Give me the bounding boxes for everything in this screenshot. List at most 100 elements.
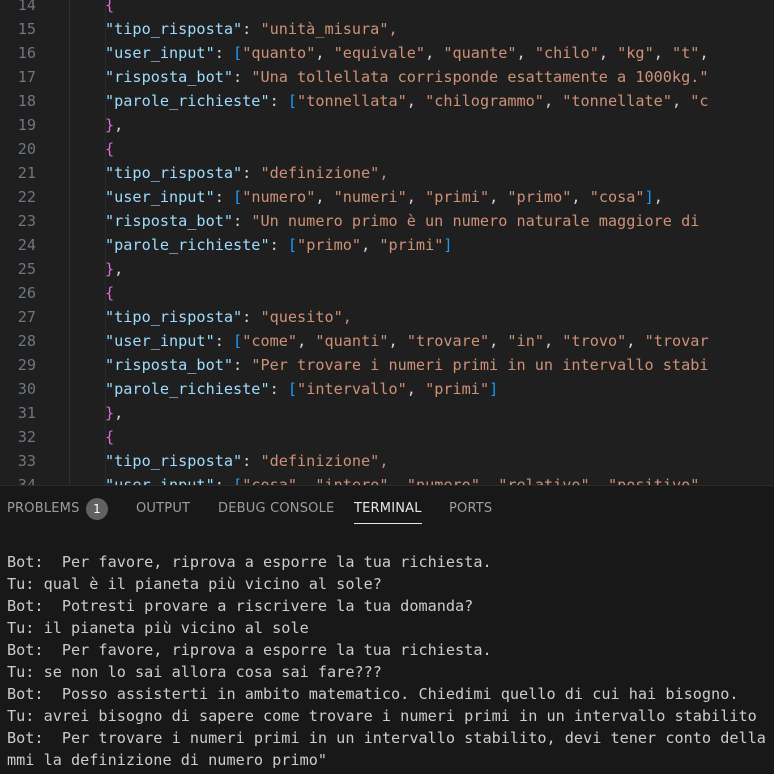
code-text: { [105,137,114,161]
terminal-line: Bot: Per favore, riprova a esporre la tu… [7,641,492,659]
close-brace: } [105,116,115,134]
tab-debug-console-label: DEBUG CONSOLE [218,501,335,516]
code-text: "risposta_bot": "Per trovare i numeri pr… [105,353,709,377]
json-key: "user_input" [105,44,215,62]
comma: , [543,332,563,350]
tab-problems[interactable]: PROBLEMS [7,486,80,530]
comma: , [297,332,316,350]
close-brace: } [105,404,115,422]
code-text: "user_input": ["cosa", "intero", "numero… [105,473,699,485]
close-bracket: ] [443,236,453,254]
code-line[interactable]: 23 "risposta_bot": "Un numero primo è un … [0,209,774,233]
code-line[interactable]: 26 { [0,281,774,305]
json-array-item: "intervallo" [297,380,407,398]
code-line[interactable]: 28 "user_input": ["come", "quanti", "trov… [0,329,774,353]
panel-tab-bar: PROBLEMS 1 OUTPUT DEBUG CONSOLE TERMINAL… [0,485,774,530]
json-array-item: "chilo" [534,44,599,62]
json-array-item: "trovo" [562,332,627,350]
code-line[interactable]: 18 "parole_richieste": ["tonnellata", "ch… [0,89,774,113]
comma: , [406,380,426,398]
code-text: "risposta_bot": "Un numero primo è un nu… [105,209,699,233]
json-array-item: "numeri" [333,188,407,206]
line-number: 26 [17,284,36,302]
code-line[interactable]: 22 "user_input": ["numero", "numeri", "pr… [0,185,774,209]
code-line[interactable]: 20 { [0,137,774,161]
json-array-item: "positivo" [608,476,700,485]
code-line[interactable]: 30 "parole_richieste": ["intervallo", "pr… [0,377,774,401]
line-number: 21 [17,164,36,182]
json-array-item: "trovar [644,332,709,350]
json-array-item: "primi" [425,188,490,206]
code-text: "tipo_risposta": "unità_misura", [105,17,398,41]
open-brace: { [105,428,115,446]
json-array-item: "chilogrammo" [425,92,544,110]
open-bracket: [ [233,476,243,485]
terminal-line: Bot: Per favore, riprova a esporre la tu… [7,553,492,571]
code-text: "parole_richieste": ["tonnellata", "chil… [105,89,709,113]
code-line[interactable]: 29 "risposta_bot": "Per trovare i numeri … [0,353,774,377]
code-line[interactable]: 17 "risposta_bot": "Una tollellata corris… [0,65,774,89]
code-line[interactable]: 32 { [0,425,774,449]
colon: : [214,476,234,485]
code-line[interactable]: 21 "tipo_risposta": "definizione", [0,161,774,185]
line-number: 24 [17,236,36,254]
code-line[interactable]: 24 "parole_richieste": ["primo", "primi"] [0,233,774,257]
terminal-line: Tu: se non lo sai allora cosa sai fare??… [7,663,382,681]
code-text: "user_input": ["numero", "numeri", "prim… [105,185,663,209]
code-line[interactable]: 16 "user_input": ["quanto", "equivale", "… [0,41,774,65]
json-key: "parole_richieste" [105,92,270,110]
code-text: { [105,281,114,305]
colon: : [242,308,261,326]
json-key: "parole_richieste" [105,380,270,398]
json-array-item: "equivale" [333,44,426,62]
tab-debug-console[interactable]: DEBUG CONSOLE [218,486,334,530]
comma: , [543,92,563,110]
json-array-item: "trovare" [406,332,490,350]
terminal-output[interactable]: Bot: Per favore, riprova a esporre la tu… [0,529,774,774]
code-line[interactable]: 34 "user_input": ["cosa", "intero", "nume… [0,473,774,485]
json-array-item: "tonnellata" [297,92,407,110]
tab-ports[interactable]: PORTS [449,486,492,530]
json-string-value: "definizione", [260,452,389,470]
code-line[interactable]: 31}, [0,401,774,425]
code-text: "parole_richieste": ["intervallo", "prim… [105,377,498,401]
tab-output[interactable]: OUTPUT [136,486,190,530]
colon: : [233,68,252,86]
json-array-item: "c [690,92,709,110]
code-text: "user_input": ["quanto", "equivale", "qu… [105,41,709,65]
json-key: "user_input" [105,332,215,350]
code-line[interactable]: 33 "tipo_risposta": "definizione", [0,449,774,473]
close-bracket: ] [644,188,654,206]
line-number: 29 [17,356,36,374]
code-text: "parole_richieste": ["primo", "primi"] [105,233,453,257]
colon: : [242,20,261,38]
comma: , [315,188,334,206]
comma: , [361,236,380,254]
comma: , [653,44,673,62]
code-text: { [105,425,114,449]
code-line[interactable]: 25}, [0,257,774,281]
code-line[interactable]: 19}, [0,113,774,137]
code-editor[interactable]: 14 {15 "tipo_risposta": "unità_misura", 16 "… [0,0,774,485]
terminal-line: Tu: il pianeta più vicino al sole [7,619,309,637]
code-line[interactable]: 27 "tipo_risposta": "quesito", [0,305,774,329]
json-key: "tipo_risposta" [105,20,243,38]
terminal-line: mmi la definizione di numero primo" [7,751,328,769]
code-text: "tipo_risposta": "definizione", [105,161,388,185]
comma: , [388,476,407,485]
comma: , [589,476,608,485]
line-number: 22 [17,188,36,206]
code-line[interactable]: 15 "tipo_risposta": "unità_misura", [0,17,774,41]
line-number: 14 [17,0,36,14]
json-key: "tipo_risposta" [105,452,243,470]
code-line[interactable]: 14 { [0,0,774,17]
tab-terminal[interactable]: TERMINAL [354,486,422,530]
json-string-value: "Un numero primo è un numero naturale ma… [251,212,700,230]
colon: : [233,356,252,374]
line-number: 17 [17,68,36,86]
comma: , [516,44,535,62]
json-array-item: "cosa" [589,188,645,206]
problems-count-badge: 1 [86,498,108,520]
code-text: "user_input": ["come", "quanti", "trovar… [105,329,709,353]
colon: : [269,380,288,398]
